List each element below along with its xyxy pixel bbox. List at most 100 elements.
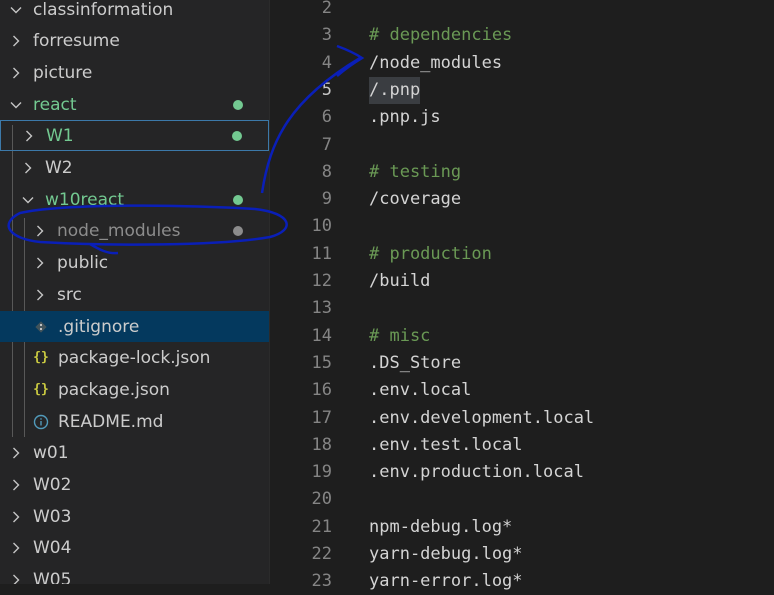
tree-item-label: w01 — [33, 442, 69, 463]
code-comment: # testing — [369, 161, 462, 182]
tree-item-folder[interactable]: W03 — [0, 501, 269, 532]
tree-item-label: W02 — [33, 474, 72, 495]
code-text: /build — [369, 271, 431, 291]
tree-item-folder[interactable]: W04 — [0, 532, 269, 563]
tree-item-folder[interactable]: forresume — [0, 25, 269, 56]
code-text: .env.test.local — [369, 434, 523, 455]
code-line[interactable]: 3 # dependencies — [270, 22, 774, 49]
tree-item-folder[interactable]: W1 — [0, 120, 269, 151]
code-text: /.pnp — [369, 76, 421, 104]
line-number: 23 — [311, 571, 332, 592]
code-text: npm-debug.log* — [369, 516, 513, 537]
chevron-right-icon[interactable] — [8, 445, 24, 461]
tree-item-label: w10react — [45, 189, 125, 210]
chevron-right-icon[interactable] — [8, 572, 24, 584]
chevron-right-icon[interactable] — [32, 287, 48, 303]
code-line[interactable]: 4/node_modules — [270, 50, 774, 77]
code-comment: # dependencies — [369, 25, 513, 46]
tree-item-folder[interactable]: src — [0, 279, 269, 310]
chevron-down-icon[interactable] — [8, 2, 24, 18]
code-line[interactable]: 12/build — [270, 268, 774, 295]
line-number: 4 — [321, 52, 332, 73]
tree-item-file[interactable]: {} package-lock.json — [0, 342, 269, 373]
code-line[interactable]: 18 .env.test.local — [270, 432, 774, 459]
tree-item-folder[interactable]: node_modules — [0, 215, 269, 246]
tree-item-file[interactable]: .gitignore — [0, 311, 269, 342]
info-icon — [32, 413, 50, 431]
line-number: 11 — [311, 243, 332, 264]
line-number: 3 — [321, 25, 332, 46]
line-number: 2 — [321, 0, 332, 18]
code-line[interactable]: 19 .env.production.local — [270, 459, 774, 486]
code-line[interactable]: 5 /.pnp — [270, 76, 774, 104]
line-number: 21 — [311, 516, 332, 537]
tree-item-file[interactable]: README.md — [0, 406, 269, 437]
code-line[interactable]: 7 — [270, 132, 774, 159]
line-number: 19 — [311, 462, 332, 483]
tree-item-label: forresume — [33, 30, 120, 51]
chevron-right-icon[interactable] — [8, 477, 24, 493]
git-status-dot — [232, 130, 242, 141]
code-line[interactable]: 13 — [270, 295, 774, 322]
line-number: 17 — [311, 407, 332, 428]
line-number: 22 — [311, 544, 332, 564]
tree-item-folder[interactable]: public — [0, 247, 269, 278]
chevron-right-icon[interactable] — [8, 33, 24, 49]
line-number: 12 — [311, 271, 332, 291]
line-number: 16 — [311, 380, 332, 401]
code-line[interactable]: 16 .env.local — [270, 377, 774, 404]
line-number: 7 — [321, 134, 332, 155]
tree-item-folder[interactable]: picture — [0, 57, 269, 88]
tree-item-folder[interactable]: w10react — [0, 184, 269, 215]
code-line[interactable]: 6 .pnp.js — [270, 104, 774, 131]
tree-item-label: node_modules — [57, 220, 181, 241]
code-line[interactable]: 8 # testing — [270, 159, 774, 186]
code-line[interactable]: 14 # misc — [270, 323, 774, 350]
tree-item-folder[interactable]: w01 — [0, 437, 269, 468]
chevron-down-icon[interactable] — [8, 97, 24, 113]
tree-item-folder[interactable]: W02 — [0, 469, 269, 500]
chevron-right-icon[interactable] — [32, 255, 48, 271]
code-text: /coverage — [369, 189, 462, 210]
code-line[interactable]: 21 npm-debug.log* — [270, 514, 774, 541]
git-status-dot — [233, 99, 243, 110]
git-icon — [32, 318, 50, 336]
tree-item-folder[interactable]: react — [0, 89, 269, 120]
tree-item-folder[interactable]: W05 — [0, 564, 269, 584]
line-number: 9 — [321, 189, 332, 210]
code-line[interactable]: 15 .DS_Store — [270, 350, 774, 377]
code-line[interactable]: 9/coverage — [270, 186, 774, 213]
tree-item-label: classinformation — [33, 0, 174, 20]
tree-item-label: W1 — [46, 125, 74, 146]
code-line[interactable]: 23 yarn-error.log* — [270, 568, 774, 595]
chevron-down-icon[interactable] — [20, 192, 36, 208]
line-number: 5 — [321, 79, 332, 100]
code-line[interactable]: 10 — [270, 213, 774, 240]
chevron-right-icon[interactable] — [8, 540, 24, 556]
tree-item-folder[interactable]: W2 — [0, 152, 269, 183]
code-text: .env.development.local — [369, 407, 595, 428]
code-line[interactable]: 20 — [270, 486, 774, 513]
code-text: yarn-error.log* — [369, 571, 523, 592]
tree-item-label: README.md — [58, 411, 164, 432]
code-line[interactable]: 11 # production — [270, 241, 774, 268]
code-line[interactable]: 2 — [270, 0, 774, 22]
tree-item-label: W03 — [33, 506, 72, 527]
tree-item-label: src — [57, 284, 82, 305]
tree-item-label: .gitignore — [58, 316, 140, 337]
code-text: .env.local — [369, 380, 472, 401]
chevron-right-icon[interactable] — [21, 128, 37, 144]
code-text: .DS_Store — [369, 352, 462, 373]
chevron-right-icon[interactable] — [8, 65, 24, 81]
tree-item-label: package.json — [58, 379, 170, 400]
code-editor[interactable]: 2 3 # dependencies 4/node_modules 5/.pnp 6 .pn… — [270, 0, 774, 591]
tree-item-file[interactable]: {} package.json — [0, 374, 269, 405]
code-text: yarn-debug.log* — [369, 544, 523, 564]
chevron-right-icon[interactable] — [32, 223, 48, 239]
code-line[interactable]: 17 .env.development.local — [270, 405, 774, 432]
tree-item-label: W04 — [33, 537, 72, 558]
tree-item-folder[interactable]: classinformation — [0, 0, 269, 25]
chevron-right-icon[interactable] — [8, 509, 24, 525]
chevron-right-icon[interactable] — [20, 160, 36, 176]
code-line[interactable]: 22 yarn-debug.log* — [270, 541, 774, 568]
